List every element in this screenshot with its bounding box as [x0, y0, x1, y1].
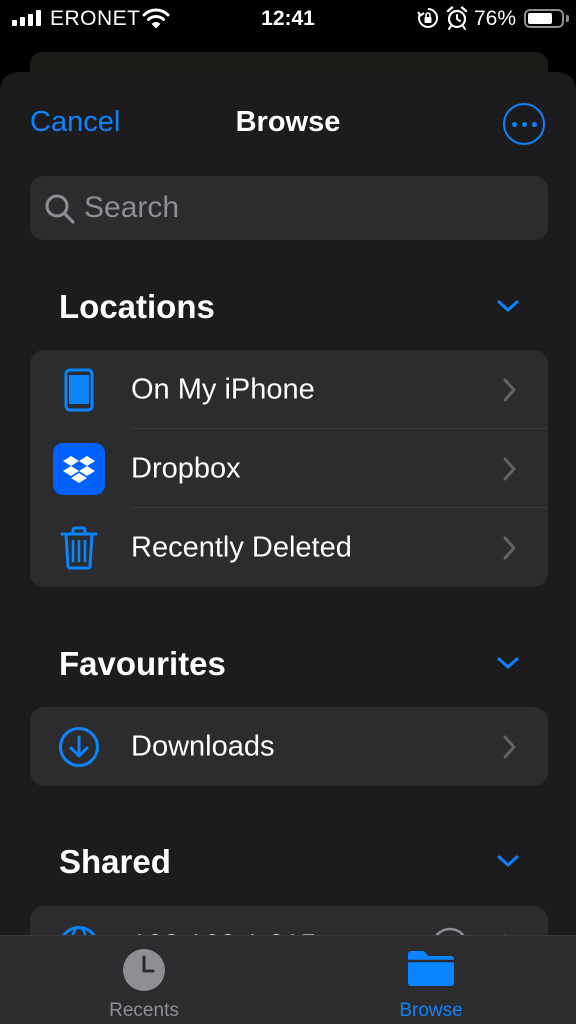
battery-icon: [524, 9, 564, 28]
search-icon: [45, 194, 75, 224]
tab-label: Browse: [399, 1000, 463, 1021]
iphone-icon: [52, 363, 106, 417]
search-input[interactable]: [84, 176, 534, 240]
list-item-label: On My iPhone: [131, 373, 315, 405]
section-header-shared: Shared: [59, 843, 171, 880]
list-item-label: Recently Deleted: [131, 531, 352, 563]
browse-sheet: Cancel Browse Locations On My iPhone: [0, 72, 576, 1024]
chevron-down-icon[interactable]: [496, 655, 520, 671]
search-field[interactable]: [30, 176, 548, 240]
list-item-dropbox[interactable]: Dropbox: [30, 429, 548, 508]
cancel-button[interactable]: Cancel: [30, 106, 120, 139]
dropbox-icon: [52, 442, 106, 496]
trash-icon: [52, 521, 106, 575]
list-item-downloads[interactable]: Downloads: [30, 707, 548, 786]
chevron-right-icon: [503, 378, 516, 401]
tab-recents[interactable]: Recents: [44, 936, 244, 1024]
section-header-favourites: Favourites: [59, 645, 226, 682]
list-item-recently-deleted[interactable]: Recently Deleted: [30, 508, 548, 587]
chevron-down-icon[interactable]: [496, 853, 520, 869]
folder-icon: [408, 951, 454, 986]
chevron-right-icon: [503, 735, 516, 758]
battery-percent: 76%: [474, 7, 517, 30]
tab-browse[interactable]: Browse: [331, 936, 531, 1024]
clock-icon: [123, 949, 165, 991]
battery-tip: [566, 15, 569, 22]
tab-bar: Recents Browse: [0, 935, 576, 1024]
ellipsis-dot: [521, 121, 527, 127]
chevron-right-icon: [503, 536, 516, 559]
favourites-list: Downloads: [30, 707, 548, 786]
section-header-locations: Locations: [59, 288, 215, 325]
status-bar: ERONET 12:41 76%: [0, 0, 576, 40]
more-options-button[interactable]: [503, 103, 545, 145]
ellipsis-dot: [531, 121, 537, 127]
ellipsis-dot: [511, 121, 517, 127]
chevron-right-icon: [503, 457, 516, 480]
tab-label: Recents: [109, 1000, 179, 1021]
alarm-icon: [446, 6, 468, 30]
locations-list: On My iPhone Dropbox Recently Deleted: [30, 350, 548, 587]
chevron-down-icon[interactable]: [496, 298, 520, 314]
list-item-label: Downloads: [131, 730, 275, 762]
list-item-on-my-iphone[interactable]: On My iPhone: [30, 350, 548, 429]
list-item-label: Dropbox: [131, 452, 241, 484]
download-circle-icon: [52, 720, 106, 774]
orientation-lock-icon: [417, 7, 439, 28]
